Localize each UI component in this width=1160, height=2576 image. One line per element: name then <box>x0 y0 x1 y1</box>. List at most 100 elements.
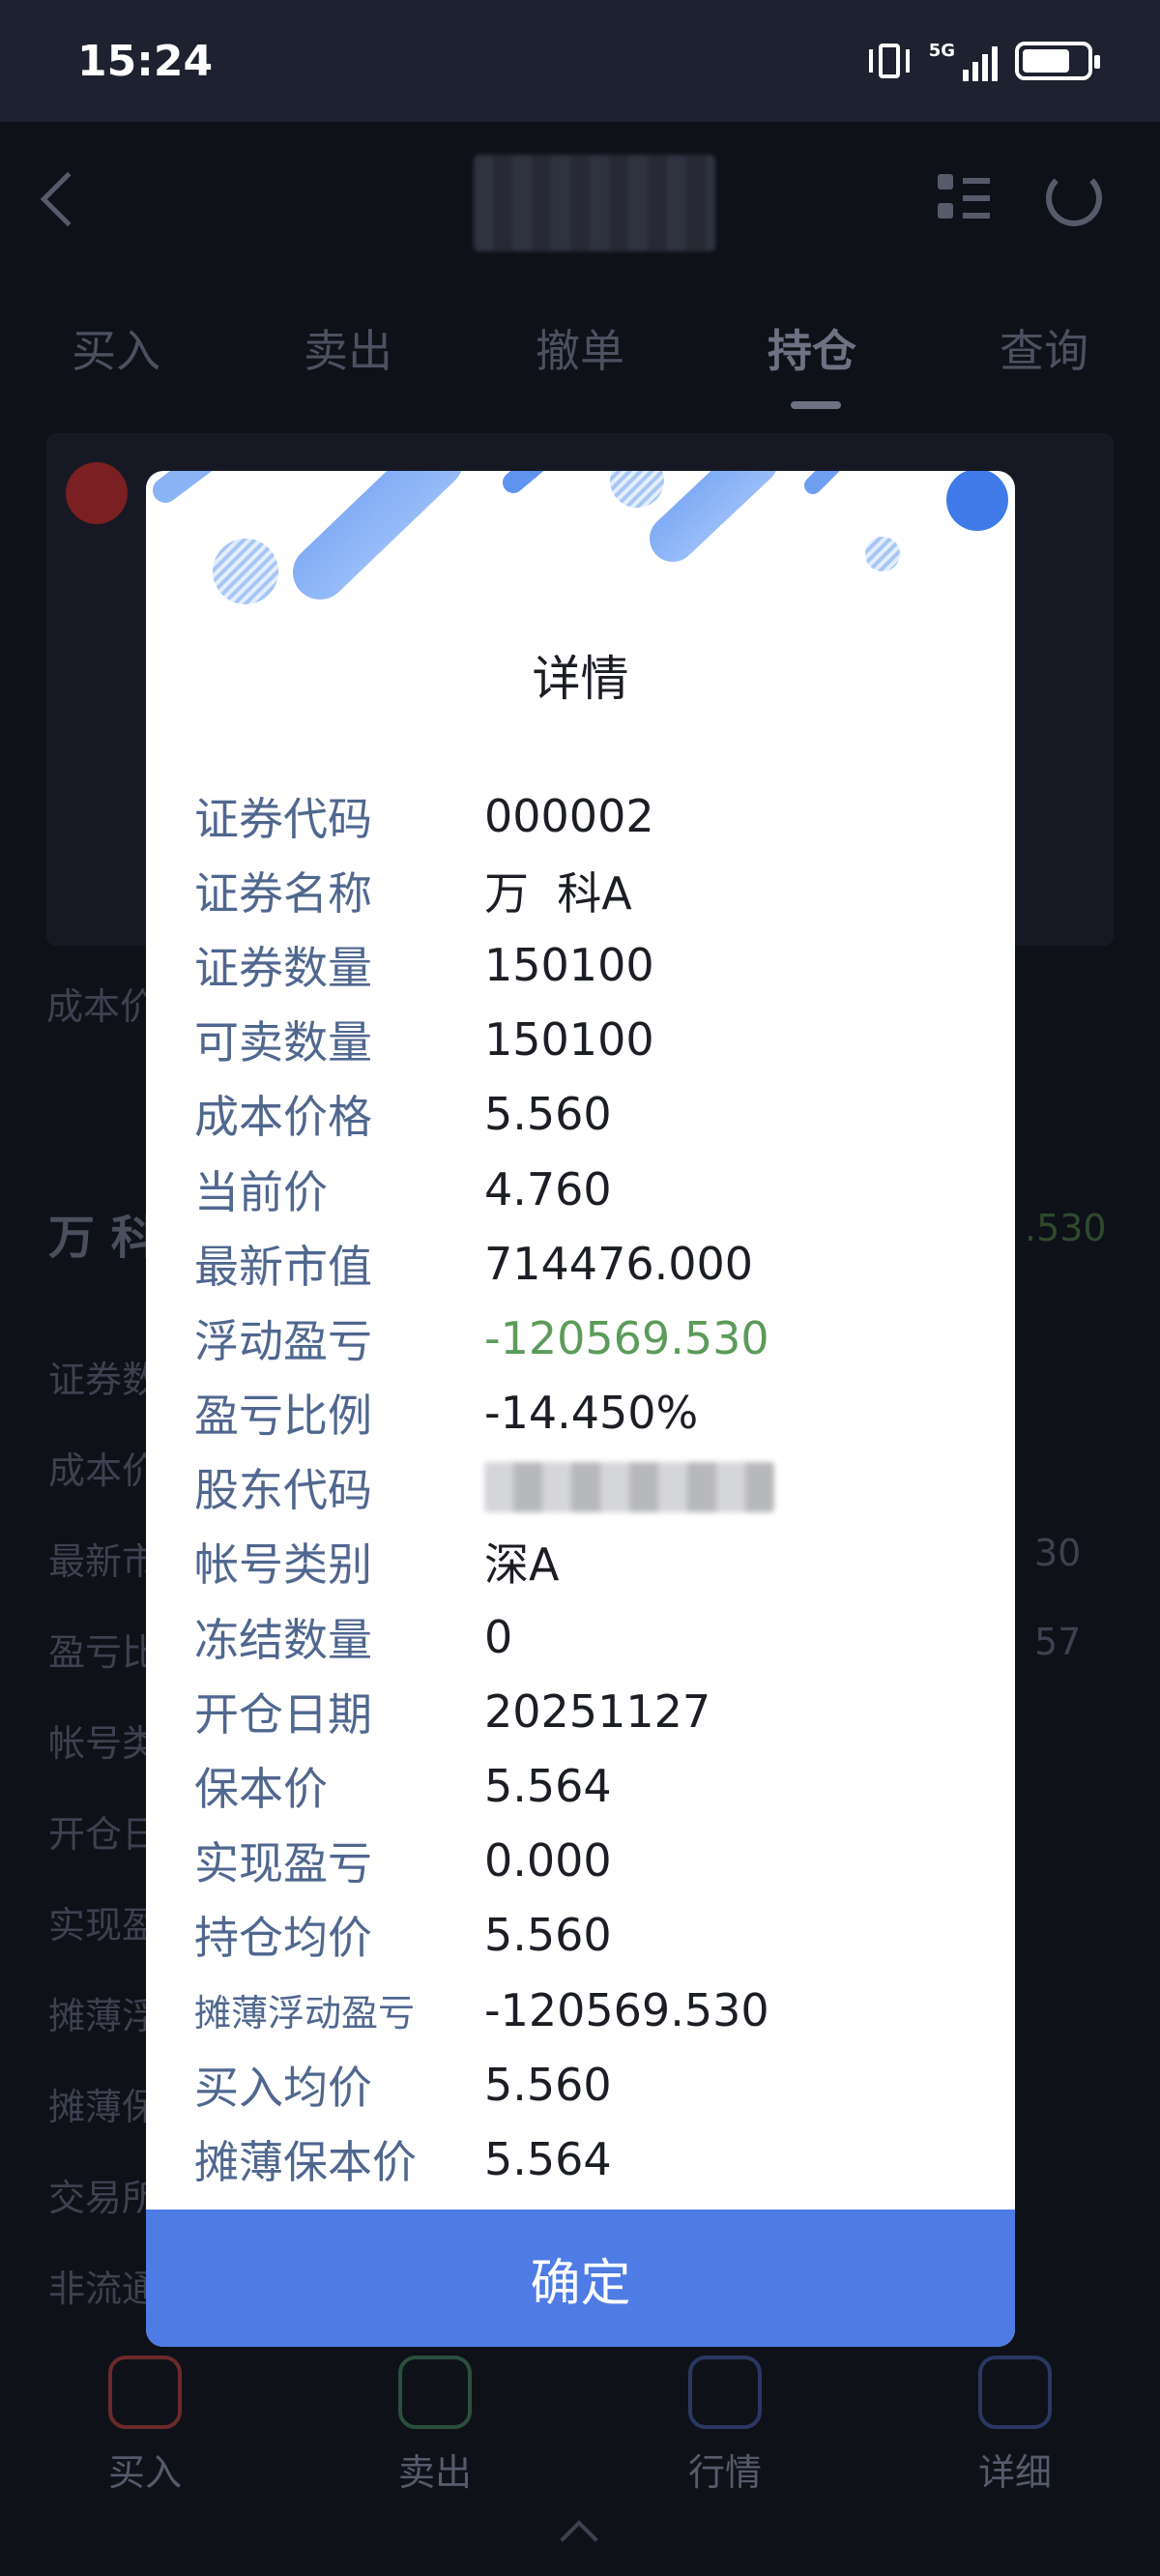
bg-row-label: 交易所 <box>48 2177 160 2219</box>
nav-label: 买入 <box>107 2451 182 2494</box>
row-label: 帐号类别 <box>194 1538 372 1592</box>
china-flag-icon <box>66 462 128 524</box>
nav-label: 详细 <box>977 2451 1052 2494</box>
row-label: 证券数量 <box>194 941 372 994</box>
back-arrow-icon[interactable] <box>40 171 96 227</box>
bg-row-label: 盈亏比 <box>48 1631 160 1674</box>
nav-market[interactable]: 行情 <box>628 2340 822 2533</box>
detail-row: 摊薄浮动盈亏 -120569.530 <box>194 1973 987 2047</box>
row-value: 5.560 <box>484 2058 612 2111</box>
confirm-button[interactable]: 确定 <box>146 2210 1015 2347</box>
status-bar: 15:24 5G <box>0 0 1160 122</box>
row-label: 保本价 <box>194 1763 328 1816</box>
row-value: 5.564 <box>484 2132 612 2185</box>
bg-row-label: 实现盈 <box>48 1904 160 1947</box>
tab-sell[interactable]: 卖出 <box>304 316 392 380</box>
detail-row: 盈亏比例 -14.450% <box>194 1376 987 1450</box>
row-label: 摊薄浮动盈亏 <box>194 1992 416 2035</box>
details-dialog: 详情 证券代码 000002 证券名称 万 科A 证券数量 150100 可卖数量 15… <box>146 471 1015 2347</box>
row-label: 当前价 <box>194 1165 328 1218</box>
tab-holdings[interactable]: 持仓 <box>768 316 856 409</box>
nav-detail[interactable]: 详细 <box>918 2340 1112 2533</box>
detail-row: 证券数量 150100 <box>194 927 987 1002</box>
row-value: 150100 <box>484 1013 654 1067</box>
detail-row: 证券名称 万 科A <box>194 853 987 927</box>
page-title-blurred <box>474 155 715 251</box>
detail-row: 冻结数量 0 <box>194 1599 987 1674</box>
row-value: 0.000 <box>484 1834 612 1888</box>
detail-row: 实现盈亏 0.000 <box>194 1824 987 1898</box>
nav-label: 卖出 <box>397 2451 472 2494</box>
bg-cost-label: 成本价 <box>46 985 158 1028</box>
row-value: 5.560 <box>484 1088 612 1141</box>
refresh-icon[interactable] <box>1046 170 1102 226</box>
bg-row-label: 非流通 <box>48 2268 160 2310</box>
row-value: 150100 <box>484 938 654 991</box>
detail-row: 买入均价 5.560 <box>194 2047 987 2122</box>
detail-row: 最新市值 714476.000 <box>194 1226 987 1301</box>
detail-row: 成本价格 5.560 <box>194 1077 987 1152</box>
detail-row: 证券代码 000002 <box>194 778 987 853</box>
row-label: 可卖数量 <box>194 1016 372 1069</box>
detail-row: 开仓日期 20251127 <box>194 1674 987 1748</box>
row-label: 实现盈亏 <box>194 1837 372 1890</box>
bg-right-value: 57 <box>1034 1621 1082 1663</box>
row-value: 000002 <box>484 789 654 842</box>
bg-row-label: 成本价 <box>48 1449 160 1492</box>
tab-query[interactable]: 查询 <box>1000 316 1088 380</box>
row-value: -120569.530 <box>484 1983 769 2036</box>
nav-sell[interactable]: 卖出 <box>338 2340 532 2533</box>
bg-row-label: 摊薄保 <box>48 2086 160 2128</box>
row-value: 深A <box>484 1538 560 1592</box>
bg-row-label: 摊薄浮 <box>48 1995 160 2037</box>
row-value: 20251127 <box>484 1684 711 1738</box>
detail-row: 当前价 4.760 <box>194 1152 987 1226</box>
trade-tabs: 买入 卖出 撤单 持仓 查询 <box>0 290 1160 409</box>
document-icon <box>978 2356 1052 2429</box>
tab-buy[interactable]: 买入 <box>72 316 160 380</box>
detail-row: 摊薄保本价 5.564 <box>194 2122 987 2196</box>
vibrate-icon <box>867 42 912 80</box>
detail-row: 可卖数量 150100 <box>194 1003 987 1077</box>
detail-row: 持仓均价 5.560 <box>194 1898 987 1973</box>
detail-row: 股东代码 <box>194 1450 987 1525</box>
upload-icon <box>398 2356 472 2429</box>
app-header <box>0 122 1160 277</box>
row-value: -120569.530 <box>484 1311 769 1364</box>
row-value: 4.760 <box>484 1162 612 1215</box>
bg-right-value: 30 <box>1034 1532 1082 1574</box>
row-label: 买入均价 <box>194 2061 372 2114</box>
row-label: 股东代码 <box>194 1464 372 1517</box>
dialog-title: 详情 <box>532 651 629 707</box>
row-value: 0 <box>484 1610 513 1663</box>
row-label: 最新市值 <box>194 1240 372 1293</box>
tab-cancel[interactable]: 撤单 <box>536 316 624 380</box>
row-label: 成本价格 <box>194 1091 372 1144</box>
row-label: 摊薄保本价 <box>194 2135 417 2188</box>
bottom-nav: 买入 卖出 行情 详细 <box>0 2340 1160 2533</box>
bg-row-label: 最新市 <box>48 1540 160 1583</box>
row-label: 冻结数量 <box>194 1613 372 1666</box>
decorative-header-stripes <box>153 471 1008 604</box>
nav-label: 行情 <box>687 2451 762 2494</box>
row-label: 盈亏比例 <box>194 1390 372 1443</box>
detail-row: 保本价 5.564 <box>194 1748 987 1823</box>
detail-row: 帐号类别 深A <box>194 1525 987 1599</box>
row-value: 万 科A <box>484 866 632 920</box>
row-value: -14.450% <box>484 1387 699 1440</box>
bg-right-value: .530 <box>1025 1207 1107 1249</box>
chart-icon <box>688 2356 762 2429</box>
list-icon[interactable] <box>938 174 990 222</box>
battery-icon <box>1015 42 1100 80</box>
nav-buy[interactable]: 买入 <box>48 2340 242 2533</box>
bg-stock-name: 万 科 <box>48 1211 158 1265</box>
details-list: 证券代码 000002 证券名称 万 科A 证券数量 150100 可卖数量 15010… <box>194 778 987 2197</box>
download-icon <box>108 2356 182 2429</box>
signal-icon: 5G <box>929 41 998 81</box>
bg-row-label: 开仓日 <box>48 1813 160 1856</box>
network-type: 5G <box>928 41 955 61</box>
row-value: 5.560 <box>484 1909 612 1962</box>
row-label: 证券名称 <box>194 866 372 920</box>
status-time: 15:24 <box>77 36 214 86</box>
shareholder-code-redacted <box>484 1462 774 1513</box>
